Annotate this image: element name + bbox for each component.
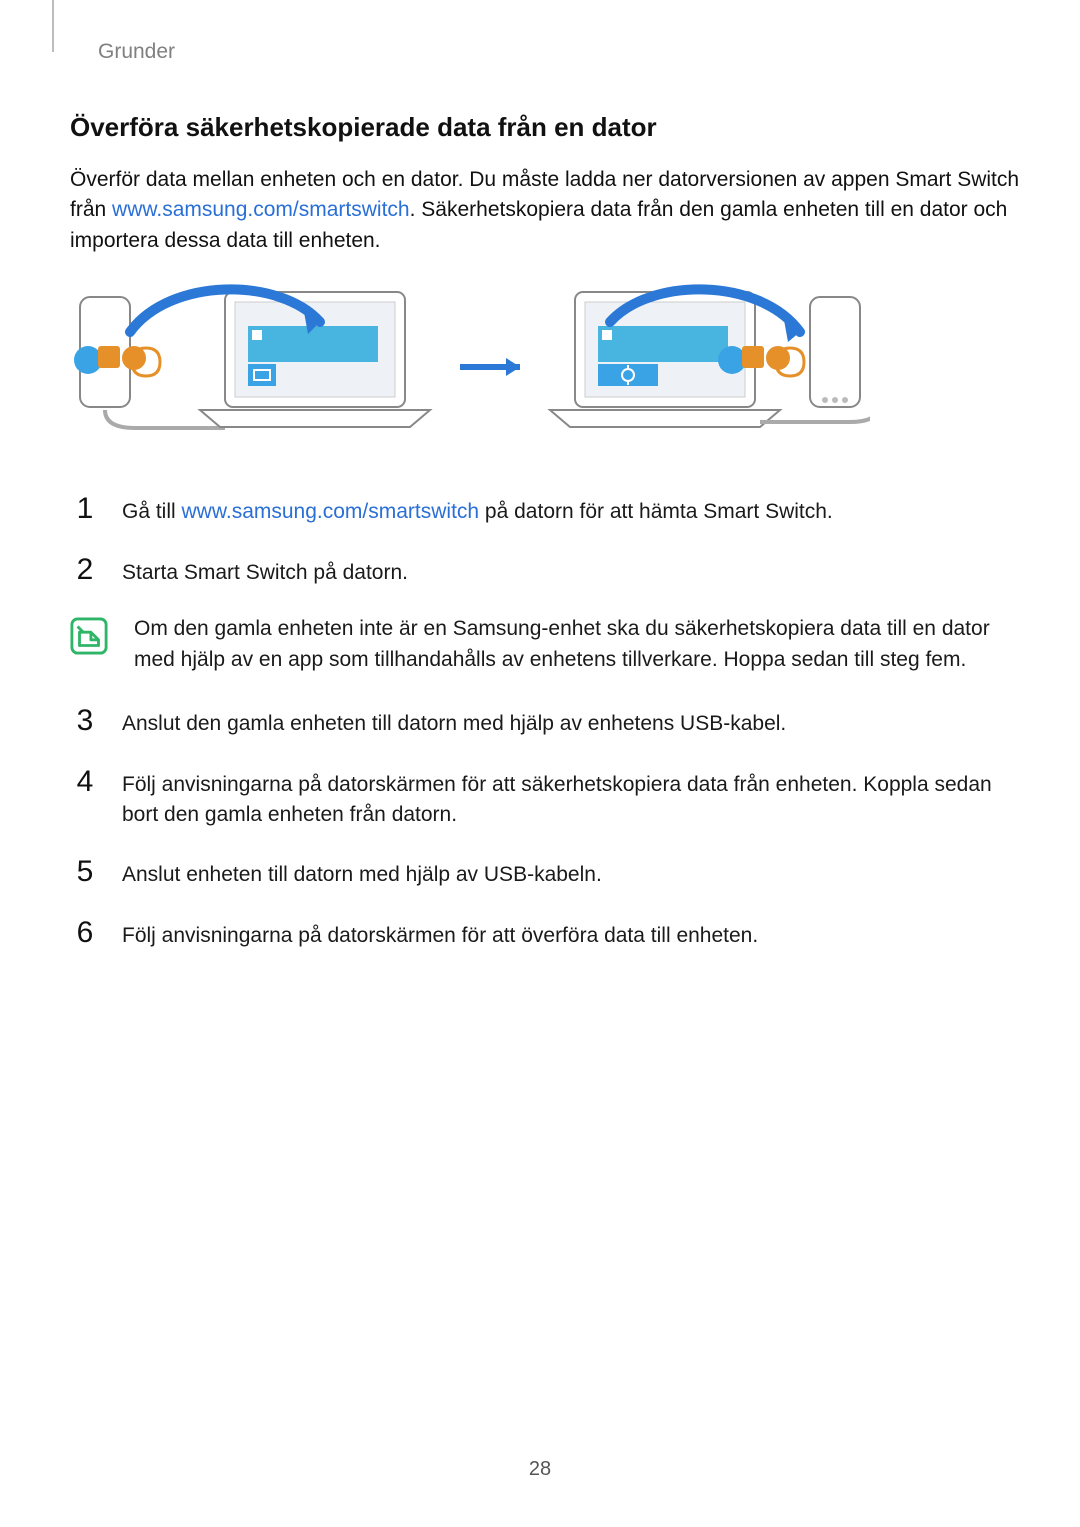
step-number: 4: [70, 766, 100, 798]
info-note: Om den gamla enheten inte är en Samsung-…: [70, 614, 1020, 675]
step-list: 1 Gå till www.samsung.com/smartswitch på…: [70, 493, 1020, 951]
step-text: Följ anvisningarna på datorskärmen för a…: [122, 766, 1020, 831]
step-5: 5 Anslut enheten till datorn med hjälp a…: [70, 856, 1020, 890]
step-text: Anslut enheten till datorn med hjälp av …: [122, 856, 1020, 890]
step-text: Följ anvisningarna på datorskärmen för a…: [122, 917, 1020, 951]
transfer-illustration: [70, 282, 870, 452]
step-text: Anslut den gamla enheten till datorn med…: [122, 705, 1020, 739]
section-title: Överföra säkerhetskopierade data från en…: [70, 112, 1020, 143]
step-number: 3: [70, 705, 100, 737]
step-number: 1: [70, 493, 100, 525]
step-number: 2: [70, 554, 100, 586]
step-2: 2 Starta Smart Switch på datorn.: [70, 554, 1020, 588]
step1-before: Gå till: [122, 500, 182, 523]
intro-paragraph: Överför data mellan enheten och en dator…: [70, 165, 1020, 256]
step-number: 6: [70, 917, 100, 949]
step-4: 4 Följ anvisningarna på datorskärmen för…: [70, 766, 1020, 831]
running-header: Grunder: [98, 40, 1020, 64]
smartswitch-link[interactable]: www.samsung.com/smartswitch: [112, 198, 410, 221]
step1-after: på datorn för att hämta Smart Switch.: [479, 500, 833, 523]
smartswitch-link-step[interactable]: www.samsung.com/smartswitch: [182, 500, 480, 523]
page-number: 28: [0, 1458, 1080, 1481]
step-6: 6 Följ anvisningarna på datorskärmen för…: [70, 917, 1020, 951]
step-number: 5: [70, 856, 100, 888]
note-icon: [70, 617, 108, 655]
step-text: Starta Smart Switch på datorn.: [122, 554, 1020, 588]
step-3: 3 Anslut den gamla enheten till datorn m…: [70, 705, 1020, 739]
page-content: Grunder Överföra säkerhetskopierade data…: [0, 0, 1080, 977]
note-text: Om den gamla enheten inte är en Samsung-…: [134, 614, 1020, 675]
step-1: 1 Gå till www.samsung.com/smartswitch på…: [70, 493, 1020, 527]
step-text: Gå till www.samsung.com/smartswitch på d…: [122, 493, 1020, 527]
